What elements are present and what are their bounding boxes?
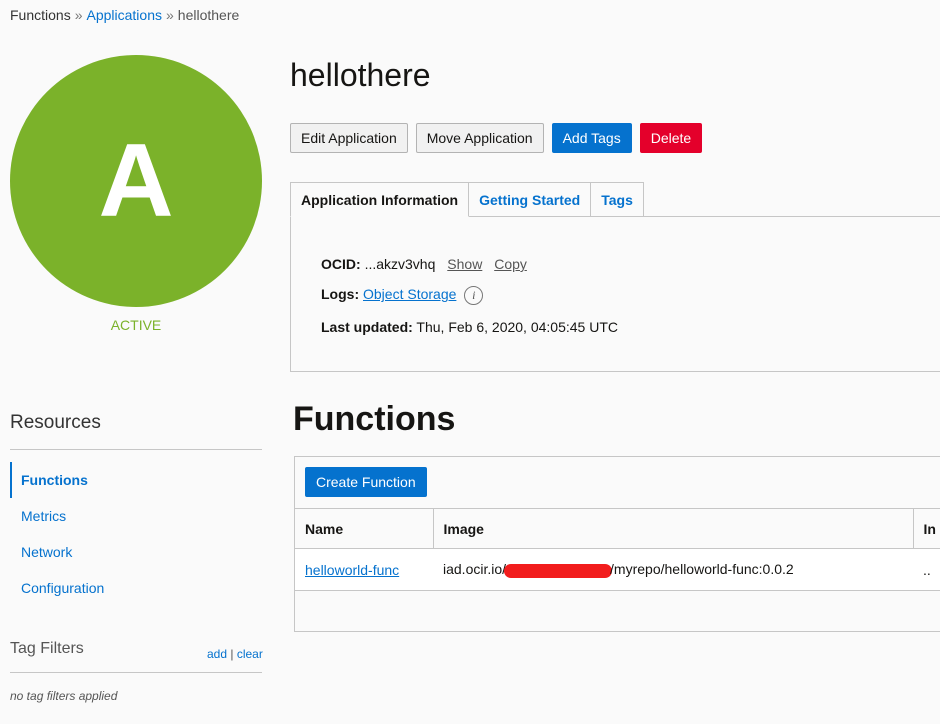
application-avatar: A <box>10 55 262 307</box>
function-image-cell: iad.ocir.io/ /myrepo/helloworld-func:0.0.… <box>433 548 913 591</box>
tag-filters-title: Tag Filters <box>10 640 84 657</box>
table-row: helloworld-func iad.ocir.io/ /myrepo/hell… <box>295 548 940 591</box>
resources-nav: Functions Metrics Network Configuration <box>10 462 262 606</box>
functions-table: Name Image In helloworld-func iad.ocir.i… <box>295 508 940 591</box>
last-updated-value: Thu, Feb 6, 2020, 04:05:45 UTC <box>416 319 618 335</box>
tag-filter-clear-link[interactable]: clear <box>237 647 263 661</box>
status-label: ACTIVE <box>110 317 162 333</box>
column-header-name[interactable]: Name <box>295 508 434 549</box>
ocid-value: ...akzv3vhq <box>364 256 436 272</box>
resources-item-metrics[interactable]: Metrics <box>10 498 262 534</box>
add-tags-button[interactable]: Add Tags <box>551 123 632 153</box>
tag-filter-divider: | <box>230 647 234 661</box>
tag-filters-empty: no tag filters applied <box>10 689 118 703</box>
last-updated-row: Last updated: Thu, Feb 6, 2020, 04:05:45… <box>321 319 618 335</box>
column-header-image[interactable]: Image <box>433 508 914 549</box>
action-bar: Edit Application Move Application Add Ta… <box>290 123 703 153</box>
create-function-button[interactable]: Create Function <box>305 467 427 497</box>
delete-button[interactable]: Delete <box>639 123 703 153</box>
logs-label: Logs: <box>321 286 360 303</box>
breadcrumb-current: hellothere <box>177 7 240 23</box>
ocid-show-link[interactable]: Show <box>447 256 482 272</box>
avatar-initial: A <box>98 123 174 239</box>
breadcrumb-root: Functions <box>10 7 71 23</box>
column-header-invoke[interactable]: In <box>913 508 940 549</box>
breadcrumb-applications-link[interactable]: Applications <box>87 7 163 23</box>
function-name-link[interactable]: helloworld-func <box>305 562 399 578</box>
tab-bar: Application Information Getting Started … <box>290 182 644 217</box>
table-header-row: Name Image In <box>295 508 940 549</box>
tab-tags[interactable]: Tags <box>590 182 644 217</box>
page-title: hellothere <box>290 57 431 93</box>
ocid-label: OCID: <box>321 256 361 272</box>
edit-application-button[interactable]: Edit Application <box>290 123 408 153</box>
resources-title: Resources <box>10 412 101 433</box>
resources-item-functions[interactable]: Functions <box>10 462 262 498</box>
tab-getting-started[interactable]: Getting Started <box>468 182 592 217</box>
functions-panel: Create Function Name Image In helloworld… <box>294 456 940 632</box>
image-prefix: iad.ocir.io/ <box>443 561 507 578</box>
resources-item-configuration[interactable]: Configuration <box>10 570 262 606</box>
breadcrumb-separator: » <box>74 7 83 23</box>
ocid-copy-link[interactable]: Copy <box>494 256 527 272</box>
tag-filter-add-link[interactable]: add <box>207 647 227 661</box>
divider <box>10 672 262 673</box>
functions-title: Functions <box>293 400 456 438</box>
object-storage-link[interactable]: Object Storage <box>363 286 456 302</box>
move-application-button[interactable]: Move Application <box>415 123 544 153</box>
redaction-mark <box>504 563 613 578</box>
tag-filter-actions: add | clear <box>207 647 263 661</box>
ocid-row: OCID: ...akzv3vhq Show Copy <box>321 256 527 272</box>
breadcrumb: Functions» Applications» hellothere <box>10 7 239 23</box>
tab-application-information[interactable]: Application Information <box>290 182 470 217</box>
last-updated-label: Last updated: <box>321 319 413 335</box>
application-info-panel: OCID: ...akzv3vhq Show Copy Logs: Object… <box>290 216 940 372</box>
function-name-cell: helloworld-func <box>295 548 433 591</box>
breadcrumb-separator: » <box>166 7 174 23</box>
function-extra-cell: .. <box>913 548 940 591</box>
divider <box>10 449 262 450</box>
info-icon[interactable]: i <box>464 286 484 305</box>
resources-item-network[interactable]: Network <box>10 534 262 570</box>
image-suffix: /myrepo/helloworld-func:0.0.2 <box>610 561 794 578</box>
logs-row: Logs: Object Storage i <box>321 286 484 305</box>
